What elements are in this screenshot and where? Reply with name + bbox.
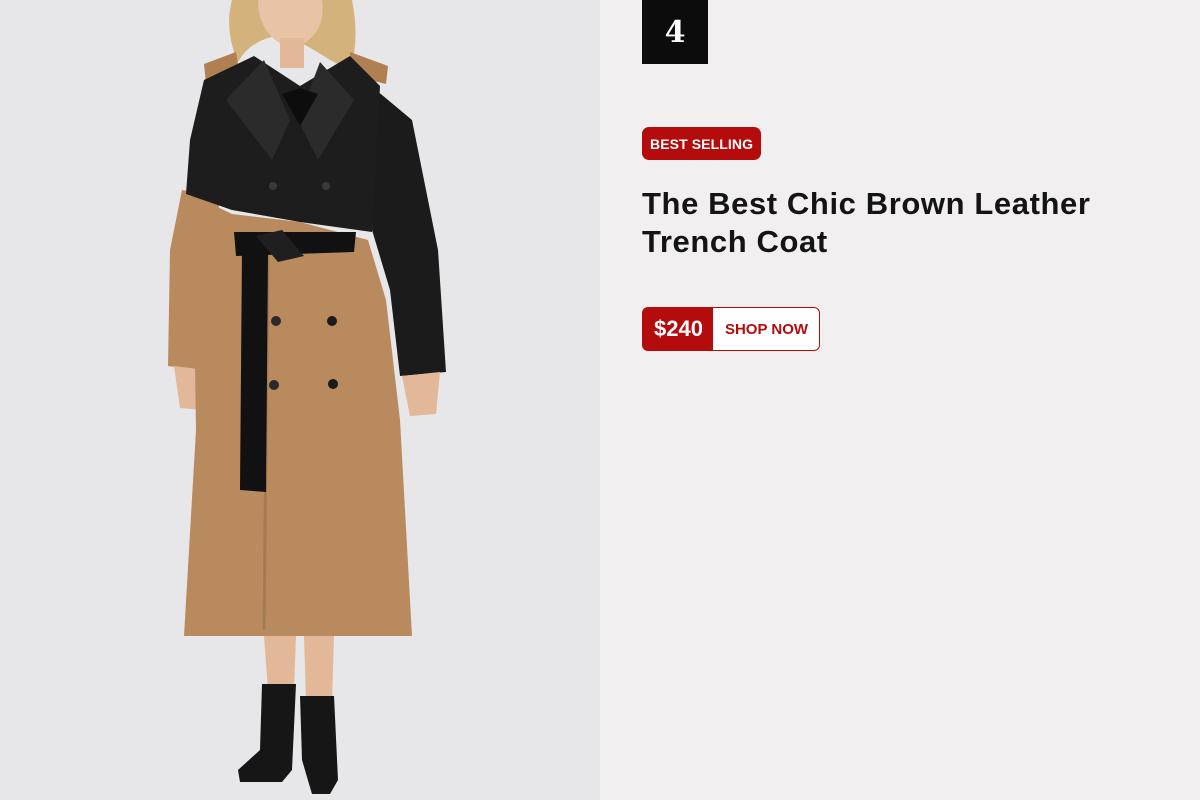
rank-number: 4 (642, 0, 708, 64)
product-info-panel: 4 BEST SELLING The Best Chic Brown Leath… (600, 0, 1200, 800)
price-cta-group: $240 SHOP NOW (642, 307, 821, 351)
model-illustration (168, 0, 446, 794)
shop-now-button[interactable]: SHOP NOW (712, 307, 821, 351)
product-photo (0, 0, 600, 800)
product-title: The Best Chic Brown Leather Trench Coat (642, 186, 1091, 259)
price-tag: $240 (642, 307, 713, 351)
best-selling-badge: BEST SELLING (642, 127, 762, 160)
